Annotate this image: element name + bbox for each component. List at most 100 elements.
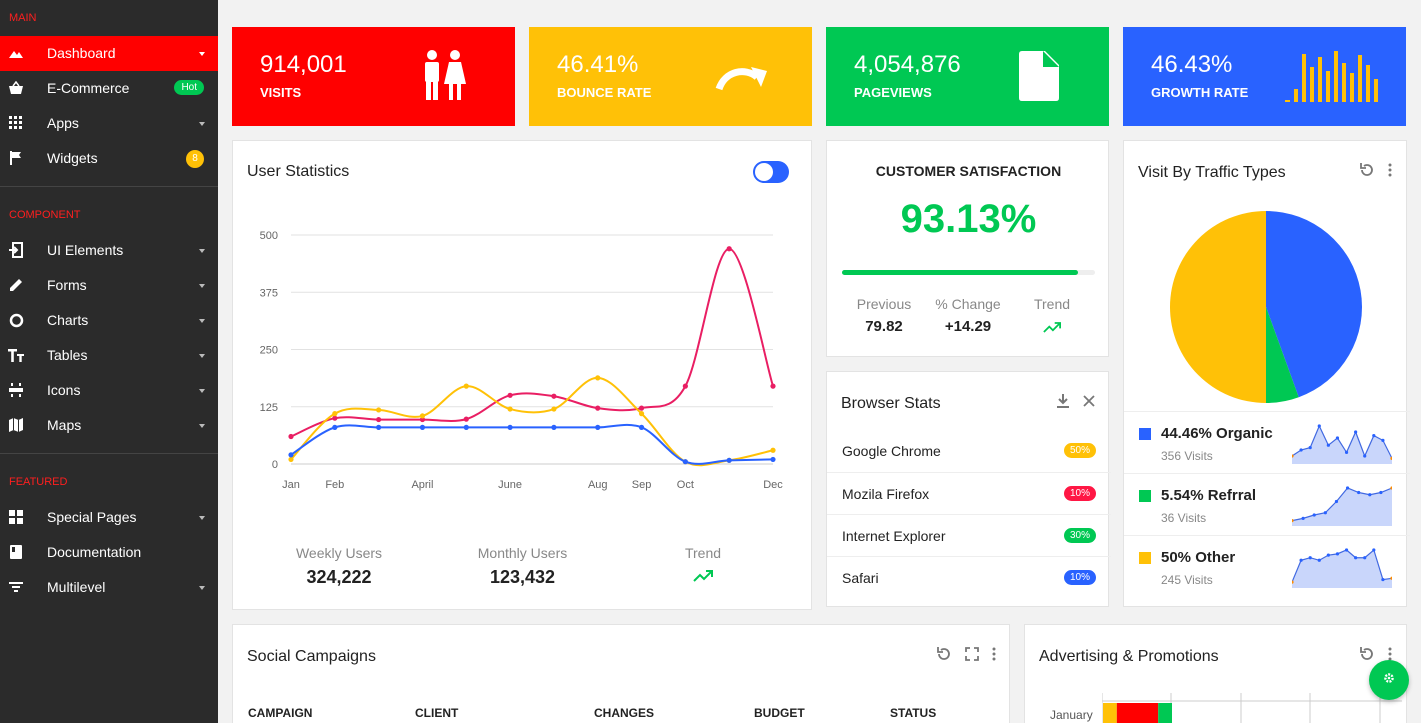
settings-fab[interactable]	[1369, 660, 1409, 700]
sidebar-item-apps[interactable]: Apps	[0, 106, 218, 141]
sidebar-item-label: Charts	[47, 312, 89, 328]
previous-col: Previous 79.82	[844, 296, 924, 335]
legend-swatch	[1139, 428, 1151, 440]
sparkline-point	[1326, 553, 1330, 557]
sidebar-item-tables[interactable]: Tables	[0, 338, 218, 373]
series-point	[595, 375, 601, 381]
refresh-icon[interactable]	[1359, 646, 1375, 662]
chevron-down-icon	[199, 424, 205, 428]
sparkline-point	[1335, 436, 1340, 440]
traffic-row-title: 50% Other	[1161, 549, 1236, 566]
chevron-down-icon	[199, 516, 205, 520]
series-point	[288, 433, 294, 440]
column-header-budget[interactable]: BUDGET	[754, 706, 805, 720]
sidebar-item-label: E-Commerce	[47, 80, 130, 96]
x-tick-label: Jan	[282, 479, 300, 491]
pageviews-label: PAGEVIEWS	[854, 85, 932, 100]
browser-name: Safari	[842, 570, 879, 586]
legend-swatch	[1139, 490, 1151, 502]
user-statistics-line-chart: 0 125 250 375 500 Jan Feb April June Aug Sep Oct Dec	[260, 230, 784, 491]
traffic-row-title: 5.54% Refrral	[1161, 487, 1257, 504]
visits-value: 914,001	[260, 51, 347, 78]
refresh-icon[interactable]	[1359, 162, 1375, 178]
special-pages-icon	[8, 509, 24, 525]
refresh-icon[interactable]	[936, 646, 952, 662]
close-icon[interactable]	[1081, 393, 1097, 409]
browser-row: Internet Explorer 30%	[827, 514, 1111, 556]
series-point	[638, 411, 645, 417]
series-point	[507, 424, 513, 430]
sparkline-point	[1344, 548, 1349, 552]
series-point	[551, 424, 557, 430]
redo-arrow-icon	[715, 63, 769, 96]
pie-slice	[1170, 211, 1266, 403]
section-main: MAIN	[9, 12, 37, 24]
browser-row: Safari 10%	[827, 556, 1111, 598]
sidebar-item-maps[interactable]: Maps	[0, 408, 218, 443]
sparkline-point	[1357, 490, 1361, 495]
monthly-users-value: 123,432	[489, 567, 556, 587]
visits-card: 914,001 VISITS	[232, 27, 515, 126]
chevron-down-icon	[199, 354, 205, 358]
sparkline-point	[1312, 513, 1316, 517]
series-point	[770, 456, 776, 463]
series-point	[682, 383, 688, 389]
card-title: Visit By Traffic Types	[1138, 164, 1286, 181]
sidebar-item-multilevel[interactable]: Multilevel	[0, 570, 218, 605]
series-point	[770, 383, 776, 389]
sparkline-point	[1372, 548, 1376, 552]
change-col: % Change +14.29	[927, 296, 1009, 335]
trend-label: Trend	[684, 545, 722, 561]
sidebar-item-charts[interactable]: Charts	[0, 303, 218, 338]
sidebar-item-documentation[interactable]: Documentation	[0, 535, 218, 570]
chevron-down-icon	[199, 586, 205, 590]
column-header-client[interactable]: CLIENT	[415, 706, 458, 720]
satisfaction-progress	[842, 270, 1095, 275]
flag-icon	[8, 150, 24, 166]
sidebar-item-special-pages[interactable]: Special Pages	[0, 500, 218, 535]
download-icon[interactable]	[1055, 393, 1071, 409]
user-stats-toggle[interactable]	[753, 161, 789, 183]
browser-row: Google Chrome 50%	[827, 430, 1111, 472]
toggle-knob	[755, 163, 773, 181]
y-tick-label: 125	[260, 402, 278, 414]
series-point	[463, 424, 469, 430]
trend-label: Trend	[1033, 296, 1071, 312]
series-point	[726, 457, 732, 463]
sidebar-item-widgets[interactable]: Widgets 8	[0, 141, 218, 176]
sparkline-point	[1308, 556, 1312, 560]
section-featured: FEATURED	[9, 476, 68, 488]
series-point	[551, 393, 557, 399]
ads-bar-segment	[1103, 703, 1117, 723]
ads-stacked-bar-chart	[1102, 693, 1402, 723]
dashboard-icon	[8, 45, 24, 61]
advertising-card: Advertising & Promotions January	[1024, 624, 1407, 723]
sidebar-item-ui-elements[interactable]: UI Elements	[0, 233, 218, 268]
x-tick-label: April	[411, 479, 433, 491]
apps-icon	[8, 115, 24, 131]
chevron-down-icon	[199, 249, 205, 253]
fullscreen-icon[interactable]	[964, 646, 980, 662]
sidebar-item-label: Icons	[47, 382, 81, 398]
sidebar-item-icons[interactable]: Icons	[0, 373, 218, 408]
x-tick-label: Dec	[763, 479, 783, 491]
sidebar-item-dashboard[interactable]: Dashboard	[0, 36, 218, 71]
more-vert-icon[interactable]	[1382, 162, 1398, 178]
column-header-changes[interactable]: CHANGES	[594, 706, 654, 720]
sparkline-point	[1368, 493, 1372, 497]
user-statistics-card: User Statistics 0 125 250 375 500 Jan Feb April…	[232, 140, 812, 610]
column-header-status[interactable]: STATUS	[890, 706, 936, 720]
sidebar-item-ecommerce[interactable]: E-Commerce Hot	[0, 71, 218, 106]
traffic-row: 44.46% Organic 356 Visits	[1124, 411, 1410, 473]
pageviews-value: 4,054,876	[854, 51, 961, 78]
sparkline-point	[1301, 516, 1305, 520]
browser-name: Internet Explorer	[842, 528, 946, 544]
series-point	[463, 416, 469, 422]
series-point	[288, 456, 294, 463]
sidebar-item-forms[interactable]: Forms	[0, 268, 218, 303]
series-point	[288, 452, 294, 458]
column-header-campaign[interactable]: CAMPAIGN	[248, 706, 312, 720]
chevron-down-icon	[199, 52, 205, 56]
more-vert-icon[interactable]	[986, 646, 1002, 662]
sidebar-divider	[0, 453, 218, 454]
